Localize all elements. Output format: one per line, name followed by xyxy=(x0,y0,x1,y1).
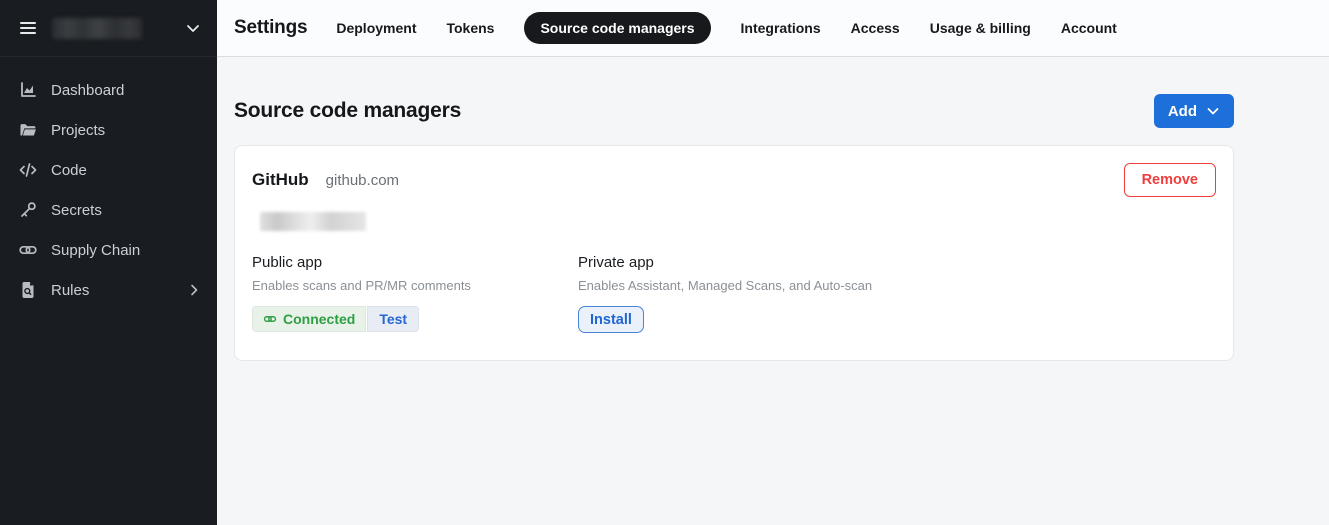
tab-usage-billing[interactable]: Usage & billing xyxy=(930,12,1031,44)
public-app-actions: Connected Test xyxy=(252,306,578,332)
connected-label: Connected xyxy=(283,311,355,327)
main-panel: Source code managers Add GitHub github.c… xyxy=(217,57,1329,361)
sidebar: Dashboard Projects Code Secrets xyxy=(0,0,217,525)
add-button-label: Add xyxy=(1168,103,1197,120)
private-app-title: Private app xyxy=(578,254,904,271)
tab-deployment[interactable]: Deployment xyxy=(336,12,416,44)
sidebar-item-rules[interactable]: Rules xyxy=(0,270,217,310)
tab-source-code-managers[interactable]: Source code managers xyxy=(524,12,710,44)
sidebar-item-label: Dashboard xyxy=(51,82,124,99)
add-button[interactable]: Add xyxy=(1154,94,1234,128)
page-head: Source code managers Add xyxy=(234,94,1234,128)
public-app-title: Public app xyxy=(252,254,578,271)
link-icon xyxy=(263,312,277,326)
settings-header: Settings Deployment Tokens Source code m… xyxy=(217,0,1329,57)
sidebar-item-label: Rules xyxy=(51,282,89,299)
folder-icon xyxy=(18,120,38,140)
sidebar-nav: Dashboard Projects Code Secrets xyxy=(0,57,217,310)
page-title: Settings xyxy=(234,17,307,39)
sidebar-header xyxy=(0,0,217,57)
code-icon xyxy=(18,160,38,180)
chain-icon xyxy=(18,240,38,260)
private-app-description: Enables Assistant, Managed Scans, and Au… xyxy=(578,278,904,293)
provider-name: GitHub xyxy=(252,170,309,190)
chart-icon xyxy=(18,80,38,100)
chevron-right-icon xyxy=(187,283,201,297)
app-root: Dashboard Projects Code Secrets xyxy=(0,0,1329,525)
tab-account[interactable]: Account xyxy=(1061,12,1117,44)
key-icon xyxy=(18,200,38,220)
file-search-icon xyxy=(18,280,38,300)
content-area: Settings Deployment Tokens Source code m… xyxy=(217,0,1329,525)
provider-domain: github.com xyxy=(326,172,399,189)
tab-tokens[interactable]: Tokens xyxy=(446,12,494,44)
tab-integrations[interactable]: Integrations xyxy=(741,12,821,44)
github-card: GitHub github.com Remove Public app Enab… xyxy=(234,145,1234,361)
section-title: Source code managers xyxy=(234,99,461,123)
sidebar-item-label: Secrets xyxy=(51,202,102,219)
public-app-description: Enables scans and PR/MR comments xyxy=(252,278,578,293)
public-app-section: Public app Enables scans and PR/MR comme… xyxy=(252,254,578,333)
card-header: GitHub github.com Remove xyxy=(252,163,1216,197)
test-button[interactable]: Test xyxy=(367,306,419,332)
connected-badge: Connected xyxy=(252,306,366,332)
status-group: Connected Test xyxy=(252,306,419,332)
sidebar-item-dashboard[interactable]: Dashboard xyxy=(0,70,217,110)
private-app-actions: Install xyxy=(578,306,904,333)
redacted-account-name xyxy=(260,212,366,231)
chevron-down-icon[interactable] xyxy=(185,20,201,36)
install-button[interactable]: Install xyxy=(578,306,644,333)
sidebar-item-supply-chain[interactable]: Supply Chain xyxy=(0,230,217,270)
sidebar-item-label: Code xyxy=(51,162,87,179)
sidebar-item-label: Projects xyxy=(51,122,105,139)
sidebar-item-secrets[interactable]: Secrets xyxy=(0,190,217,230)
sidebar-item-code[interactable]: Code xyxy=(0,150,217,190)
redacted-org-name xyxy=(52,18,142,39)
provider-line: GitHub github.com xyxy=(252,170,399,190)
tab-access[interactable]: Access xyxy=(851,12,900,44)
settings-tabs: Deployment Tokens Source code managers I… xyxy=(336,12,1116,44)
sidebar-item-projects[interactable]: Projects xyxy=(0,110,217,150)
hamburger-menu-icon[interactable] xyxy=(18,18,38,38)
app-columns: Public app Enables scans and PR/MR comme… xyxy=(252,254,1216,333)
sidebar-item-label: Supply Chain xyxy=(51,242,140,259)
remove-button[interactable]: Remove xyxy=(1124,163,1216,197)
private-app-section: Private app Enables Assistant, Managed S… xyxy=(578,254,904,333)
chevron-down-icon xyxy=(1206,104,1220,118)
